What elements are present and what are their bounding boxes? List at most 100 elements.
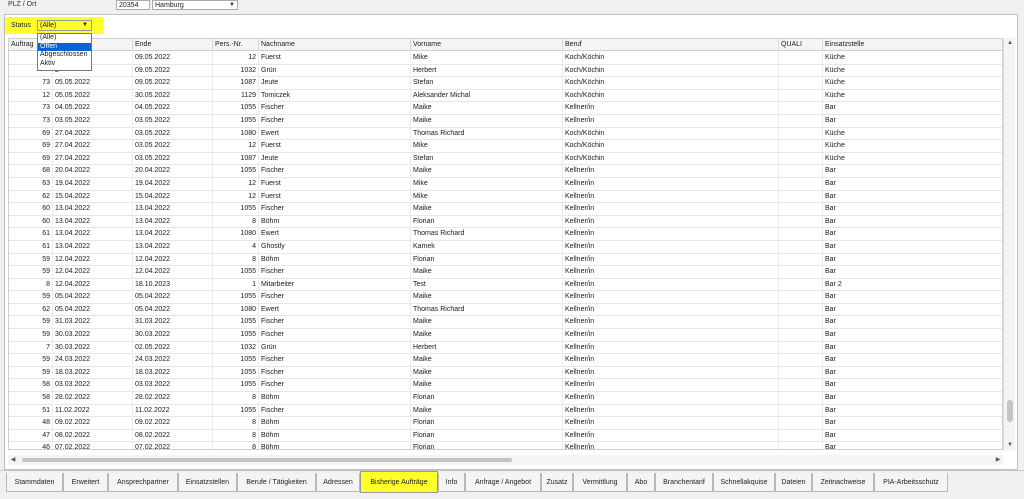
tab-bisherige-aufträge[interactable]: Bisherige Aufträge <box>360 471 438 493</box>
cell-nachname: Fischer <box>259 291 411 304</box>
header-col-vorname[interactable]: Vorname <box>411 39 563 51</box>
table-row[interactable]: 59 05.04.2022 05.04.2022 1055 Fischer Maike Ke… <box>9 291 1002 304</box>
vertical-scroll-thumb[interactable] <box>1007 400 1013 422</box>
table-row[interactable]: 69 27.04.2022 03.05.2022 12 Fuerst Mike Koch/K… <box>9 140 1002 153</box>
table-row[interactable]: 209.05.202212FuerstMikeKoch/KöchinKüche <box>9 52 1002 65</box>
header-col-ende[interactable]: Ende <box>133 39 213 51</box>
table-row[interactable]: 59 12.04.2022 12.04.2022 8 Böhm Florian Kellne… <box>9 253 1002 267</box>
table-row[interactable]: 59 31.03.2022 31.03.2022 1055 Fischer Maike Ke… <box>9 316 1002 330</box>
table-row[interactable]: 63 19.04.2022 19.04.2022 12 Fuerst Mike Kellne… <box>9 177 1002 191</box>
cell-nachname: Böhm <box>259 442 411 449</box>
tab-zeitnachweise[interactable]: Zeitnachweise <box>812 473 874 492</box>
cell-nachname: Fischer <box>259 366 411 379</box>
table-row[interactable]: 61 13.04.2022 13.04.2022 1080 Ewert Thomas Ri… <box>9 228 1002 241</box>
table-row[interactable]: 73 05.05.2022 09.05.2022 1087 Jeute Stefan Koc… <box>9 77 1002 90</box>
cell-auftrag: 58 <box>9 379 53 392</box>
header-col-einsatzstelle[interactable]: Einsatzstelle <box>823 39 1002 51</box>
tab-info[interactable]: Info <box>438 473 465 492</box>
table-row[interactable]: 51 11.02.2022 11.02.2022 1055 Fischer Maike Ke… <box>9 404 1002 418</box>
table-row[interactable]: 47 08.02.2022 08.02.2022 8 Böhm Florian Kellne… <box>9 429 1002 443</box>
tab-abo[interactable]: Abo <box>627 473 655 492</box>
tab-anfrage-angebot[interactable]: Anfrage / Angebot <box>465 473 541 492</box>
status-option-alle[interactable]: (Alle) <box>38 34 91 43</box>
table-row[interactable]: 60 13.04.2022 13.04.2022 8 Böhm Florian Kellne… <box>9 215 1002 229</box>
table-row[interactable]: 68 20.04.2022 20.04.2022 1055 Fischer Maike Ke… <box>9 165 1002 178</box>
cell-auftrag: 59 <box>9 366 53 379</box>
table-row[interactable]: 73 03.05.2022 03.05.2022 1055 Fischer Maike Ke… <box>9 114 1002 128</box>
cell-ende: 11.02.2022 <box>133 404 213 417</box>
table-row[interactable]: 48 09.02.2022 09.02.2022 8 Böhm Florian Kellne… <box>9 417 1002 430</box>
cell-ende: 20.04.2022 <box>133 165 213 178</box>
table-row[interactable]: 62 15.04.2022 15.04.2022 12 Fuerst Mike Kellne… <box>9 190 1002 204</box>
table-row[interactable]: 62 05.04.2022 05.04.2022 1080 Ewert Thomas Ri… <box>9 303 1002 317</box>
horizontal-scrollbar[interactable]: ◀ ▶ <box>8 455 1003 465</box>
table-row[interactable]: 61 13.04.2022 13.04.2022 4 Ghostly Kamek Kelln… <box>9 240 1002 254</box>
arrow-right-icon[interactable]: ▶ <box>993 455 1003 465</box>
table-row[interactable]: 59 12.04.2022 12.04.2022 1055 Fischer Maike Ke… <box>9 266 1002 279</box>
chevron-down-icon[interactable]: ▼ <box>229 1 235 10</box>
tab-branchentarif[interactable]: Branchentarif <box>655 473 713 492</box>
table-row[interactable]: 46 07.02.2022 07.02.2022 8 Böhm Florian Kellne… <box>9 442 1002 449</box>
header-col-beruf[interactable]: Beruf <box>563 39 779 51</box>
table-row[interactable]: 58 03.03.2022 03.03.2022 1055 Fischer Maike Ke… <box>9 379 1002 393</box>
status-option-offen[interactable]: Offen <box>38 42 91 51</box>
vertical-scrollbar[interactable]: ▲ ▼ <box>1003 38 1015 450</box>
status-option-aktiv[interactable]: Aktiv <box>38 60 91 69</box>
tab-ansprechpartner[interactable]: Ansprechpartner <box>108 473 178 492</box>
cell-beginn: 12.04.2022 <box>53 253 133 266</box>
cell-vorname: Maike <box>411 165 563 178</box>
cell-vorname: Maike <box>411 266 563 279</box>
cell-nachname: Fischer <box>259 329 411 342</box>
cell-vorname: Maike <box>411 354 563 367</box>
cell-persnr: 1080 <box>213 228 259 241</box>
cell-nachname: Mitarbeiter <box>259 278 411 291</box>
status-select[interactable]: (Alle) ▼ <box>37 20 92 31</box>
ort-select[interactable]: Hamburg ▼ <box>152 0 238 10</box>
cell-beruf: Kellner/in <box>563 190 779 203</box>
table-row[interactable]: 59 30.03.2022 30.03.2022 1055 Fischer Maike Ke… <box>9 329 1002 342</box>
cell-beginn: 05.05.2022 <box>53 89 133 102</box>
horizontal-scroll-thumb[interactable] <box>22 458 512 462</box>
tab-adressen[interactable]: Adressen <box>316 473 360 492</box>
table-row[interactable]: 58 28.02.2022 28.02.2022 8 Böhm Florian Kellne… <box>9 392 1002 405</box>
cell-nachname: Jeute <box>259 152 411 165</box>
plz-input[interactable]: 20354 <box>116 0 150 10</box>
tab-stammdaten[interactable]: Stammdaten <box>6 473 63 492</box>
table-row[interactable]: 7 30.03.2022 02.05.2022 1032 Grün Herbert Kell… <box>9 341 1002 355</box>
arrow-up-icon[interactable]: ▲ <box>1004 38 1016 48</box>
tab-schnellakquise[interactable]: Schnellakquise <box>713 473 775 492</box>
tab-pia-arbeitsschutz[interactable]: PIA-Arbeitsschutz <box>874 473 948 492</box>
table-row[interactable]: 69 27.04.2022 03.05.2022 1087 Jeute Stefan Koc… <box>9 152 1002 166</box>
table-row[interactable]: 60 13.04.2022 13.04.2022 1055 Fischer Maike Ke… <box>9 203 1002 216</box>
status-option-abgeschlossen[interactable]: Abgeschlossen <box>38 51 91 60</box>
tab-zusatz[interactable]: Zusatz <box>541 473 573 492</box>
cell-einsatzstelle: Bar <box>823 254 1002 266</box>
cell-ende: 09.02.2022 <box>133 417 213 430</box>
table-row[interactable]: 12 05.05.2022 30.05.2022 1129 Tomiczek Aleksa… <box>9 89 1002 103</box>
table-row[interactable]: 59 18.03.2022 18.03.2022 1055 Fischer Maike Ke… <box>9 366 1002 380</box>
cell-beginn: 24.03.2022 <box>53 354 133 367</box>
status-label: Status <box>11 22 31 29</box>
header-col-nachname[interactable]: Nachname <box>259 39 411 51</box>
tab-einsatzstellen[interactable]: Einsatzstellen <box>178 473 237 492</box>
tab-vermittlung[interactable]: Vermittlung <box>573 473 627 492</box>
arrow-left-icon[interactable]: ◀ <box>8 455 18 465</box>
cell-beginn: 12.04.2022 <box>53 266 133 279</box>
tab-berufe-tätigkeiten[interactable]: Berufe / Tätigkeiten <box>237 473 316 492</box>
header-col-persnr[interactable]: Pers.-Nr. <box>213 39 259 51</box>
cell-quali <box>779 64 823 77</box>
header-col-quali[interactable]: QUALI <box>779 39 823 51</box>
tab-dateien[interactable]: Dateien <box>775 473 812 492</box>
arrow-down-icon[interactable]: ▼ <box>1004 440 1016 450</box>
table-row[interactable]: 8 12.04.2022 18.10.2023 1 Mitarbeiter Test Kel… <box>9 278 1002 292</box>
cell-nachname: Ewert <box>259 127 411 140</box>
tab-erweitert[interactable]: Erweitert <box>63 473 108 492</box>
cell-einsatzstelle: Bar <box>823 102 1002 114</box>
table-row[interactable]: 73 04.05.2022 04.05.2022 1055 Fischer Maike Ke… <box>9 102 1002 115</box>
chevron-down-icon[interactable]: ▼ <box>82 21 88 30</box>
cell-beginn: 05.05.2022 <box>53 77 133 90</box>
table-row[interactable]: 59 24.03.2022 24.03.2022 1055 Fischer Maike Ke… <box>9 354 1002 367</box>
table-row[interactable]: 209.05.20221032GrünHerbertKoch/KöchinKüc… <box>9 64 1002 78</box>
table-row[interactable]: 69 27.04.2022 03.05.2022 1080 Ewert Thomas Ri… <box>9 127 1002 141</box>
cell-einsatzstelle: Bar 2 <box>823 279 1002 291</box>
